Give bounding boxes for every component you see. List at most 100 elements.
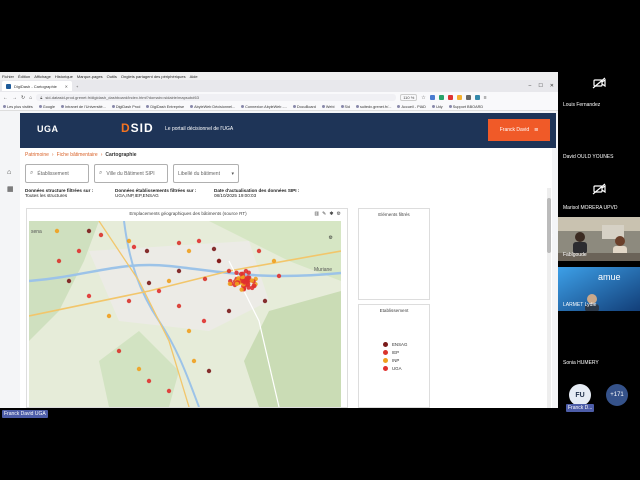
extension-icon[interactable] <box>474 95 480 100</box>
browser-tab[interactable]: DigiDash - Cartographie ✕ <box>2 81 72 91</box>
building-point <box>202 276 208 282</box>
building-point <box>201 318 207 324</box>
breadcrumb-current: Cartographie <box>105 152 137 158</box>
building-point <box>176 303 182 309</box>
map-svg <box>29 221 341 407</box>
building-point <box>226 308 232 314</box>
breadcrumb-link-fiche[interactable]: Fiche bâtimentaire <box>57 152 98 158</box>
participant-video-fablgoude[interactable]: Fablgoude <box>558 217 640 261</box>
hamburger-menu-icon[interactable]: ≡ <box>484 95 487 101</box>
edit-icon[interactable]: ✎ <box>322 211 326 217</box>
map-toolbar: ▥ ✎ ✱ ⚙ <box>314 211 341 217</box>
zoom-level[interactable]: 110 % <box>400 94 418 101</box>
chart-icon[interactable]: ▥ <box>314 211 319 217</box>
participant-avatar[interactable]: FU <box>569 384 591 406</box>
tools-icon[interactable]: ✱ <box>329 211 333 217</box>
legend-item[interactable]: UGA <box>383 364 407 372</box>
collapse-panel-icon[interactable]: ‹ <box>551 233 553 239</box>
extension-icon[interactable] <box>447 95 453 100</box>
map-card: Emplacements géographiques des bâtiments… <box>26 208 348 408</box>
map-settings-icon[interactable]: ⚙ <box>329 235 333 241</box>
legend-dot <box>383 365 388 371</box>
scrollbar-thumb[interactable] <box>547 198 551 253</box>
extension-icon[interactable] <box>456 95 462 100</box>
reload-icon[interactable]: ↻ <box>21 95 25 101</box>
legend-dot <box>383 357 388 363</box>
bookmark-item[interactable]: DocuBoard <box>292 105 316 109</box>
bookmark-item[interactable]: Webi <box>321 105 335 109</box>
bookmark-item[interactable]: suitedx.grenet.fr/... <box>356 105 391 109</box>
bookmark-item[interactable]: Les plus visités <box>3 105 33 109</box>
close-window-icon[interactable]: ✕ <box>550 83 554 89</box>
building-point <box>238 271 244 277</box>
bookmark-item[interactable]: Intranet de l'Université... <box>61 105 106 109</box>
filter-placeholder: Établissement <box>37 170 69 177</box>
user-menu-button[interactable]: Franck David ≡ <box>488 119 550 141</box>
building-point <box>186 248 192 254</box>
minimize-icon[interactable]: – <box>529 83 532 89</box>
page-scrollbar[interactable] <box>547 188 551 408</box>
building-point <box>144 248 150 254</box>
bookmark-item[interactable]: Support BBOARD <box>448 105 483 109</box>
extension-icon[interactable] <box>438 95 444 100</box>
bookmark-item[interactable]: Sid <box>340 105 350 109</box>
bookmarks-bar: Les plus visités Google Intranet de l'Un… <box>0 103 558 111</box>
settings-icon[interactable]: ⚙ <box>337 211 341 217</box>
bookmark-item[interactable]: DigiDash Prod <box>111 105 140 109</box>
back-icon[interactable]: ← <box>3 95 8 101</box>
building-point <box>156 288 162 294</box>
participant-name: Sonia HUMERY <box>563 360 599 366</box>
building-point <box>146 280 152 286</box>
legend-item[interactable]: ENSAG <box>383 340 407 348</box>
menu-item[interactable]: Historique <box>55 74 73 79</box>
bookmark-item[interactable]: Accueil - PIAD <box>397 105 426 109</box>
participant-video-larmet[interactable]: amue LARMET Lydie <box>558 267 640 311</box>
libelle-filter[interactable]: Libellé du bâtiment ▾ <box>173 164 239 183</box>
bookmark-item[interactable]: Google <box>38 105 55 109</box>
building-map[interactable]: sena Muriane ⚙ <box>29 221 341 407</box>
search-icon: ⌕ <box>30 170 34 176</box>
more-participants-button[interactable]: +171 <box>606 384 628 406</box>
maximize-icon[interactable]: ☐ <box>538 83 542 89</box>
url-bar[interactable]: 🔒︎ sid-datasid-prod.grenet.fr/digidash_d… <box>36 94 397 101</box>
bookmark-item[interactable]: Connexion AbyleWeb -... <box>241 105 287 109</box>
legend-item[interactable]: IEP <box>383 348 407 356</box>
info-date: Date d'actualisation des données SIPI : … <box>214 188 300 198</box>
close-icon[interactable]: ✕ <box>65 84 68 89</box>
panel-title: Etablissement <box>379 308 409 313</box>
building-point <box>66 278 72 284</box>
menu-item[interactable]: Marque-pages <box>77 74 103 79</box>
new-tab-icon[interactable]: + <box>76 84 78 89</box>
ville-filter[interactable]: ⌕ Ville du Bâtiment SIPI <box>94 164 168 183</box>
menu-item[interactable]: Fichier <box>2 74 14 79</box>
legend: ENSAG IEP INP UGA <box>383 340 407 372</box>
home-icon[interactable]: ⌂ <box>7 169 13 176</box>
chevron-down-icon: ▾ <box>231 170 234 177</box>
meeting-stage: Fichier Édition Affichage Historique Mar… <box>0 0 640 480</box>
bookmark-star-icon[interactable]: ☆ <box>421 95 425 101</box>
extension-icon[interactable] <box>429 95 435 100</box>
presenter-name-tag: Franck David UGA <box>2 410 48 418</box>
building-point <box>234 270 239 275</box>
forward-icon[interactable]: → <box>12 95 17 101</box>
extension-icon[interactable] <box>465 95 471 100</box>
uga-logo[interactable]: UGA <box>37 124 59 134</box>
legend-item[interactable]: INP <box>383 356 407 364</box>
bookmark-item[interactable]: Udy <box>431 105 443 109</box>
building-point <box>116 348 122 354</box>
building-point <box>262 298 268 304</box>
bookmark-item[interactable]: DigiDash Entreprise <box>146 105 184 109</box>
building-point <box>146 378 152 384</box>
breadcrumb-link-patrimoine[interactable]: Patrimoine <box>25 152 49 158</box>
menu-item[interactable]: Affichage <box>34 74 51 79</box>
menu-item[interactable]: Aide <box>190 74 198 79</box>
building-point <box>166 278 172 284</box>
camera-off-icon <box>592 182 606 195</box>
etablissement-filter[interactable]: ⌕ Établissement <box>25 164 89 183</box>
menu-item[interactable]: Outils <box>107 74 117 79</box>
menu-item[interactable]: Onglets partagent des périphériques <box>121 74 186 79</box>
bookmark-item[interactable]: AbyleWeb Décisionnel... <box>190 105 235 109</box>
menu-item[interactable]: Édition <box>18 74 30 79</box>
building-icon[interactable]: ▦ <box>7 186 14 193</box>
home-browser-icon[interactable]: ⌂ <box>29 95 32 101</box>
